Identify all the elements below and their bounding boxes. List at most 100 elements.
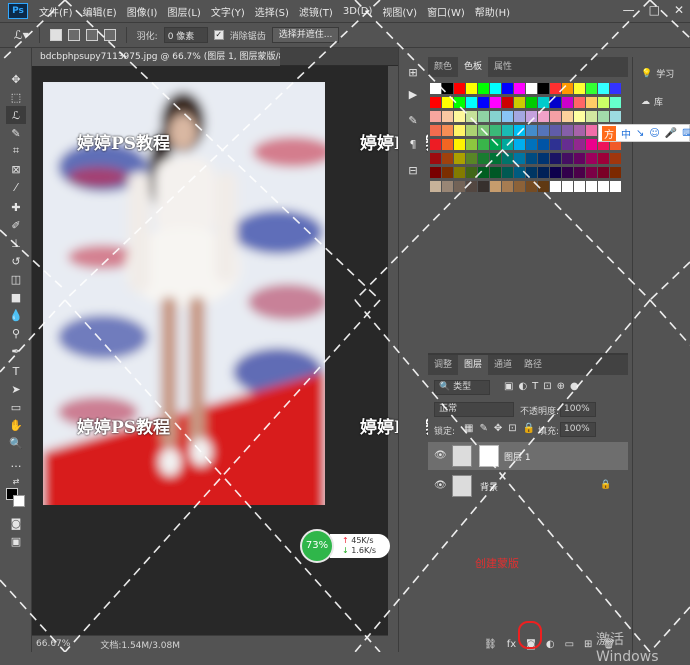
color-swatch[interactable]	[562, 153, 573, 164]
color-swatch[interactable]	[490, 181, 501, 192]
color-swatch[interactable]	[562, 97, 573, 108]
color-swatch[interactable]	[430, 97, 441, 108]
menu-3d[interactable]: 3D(D)	[338, 6, 378, 17]
color-swatch[interactable]	[478, 153, 489, 164]
color-swatch[interactable]	[550, 83, 561, 94]
brush-tool-icon[interactable]: ✐	[6, 216, 26, 234]
color-swatch[interactable]	[442, 125, 453, 136]
color-swatch[interactable]	[430, 167, 441, 178]
color-swatch[interactable]	[454, 181, 465, 192]
eyedropper-tool-icon[interactable]: ⁄	[6, 178, 26, 196]
color-swatch[interactable]	[442, 153, 453, 164]
color-swatch[interactable]	[562, 111, 573, 122]
color-swatch[interactable]	[586, 97, 597, 108]
color-swatch[interactable]	[430, 111, 441, 122]
stamp-tool-icon[interactable]: ⊥	[6, 234, 26, 252]
color-swatch[interactable]	[466, 111, 477, 122]
color-swatch[interactable]	[598, 97, 609, 108]
color-swatch[interactable]	[598, 167, 609, 178]
color-swatch[interactable]	[574, 83, 585, 94]
color-swatch[interactable]	[490, 167, 501, 178]
color-swatch[interactable]	[574, 167, 585, 178]
color-swatch[interactable]	[526, 111, 537, 122]
color-swatch[interactable]	[502, 97, 513, 108]
color-swatch[interactable]	[454, 139, 465, 150]
color-swatch[interactable]	[478, 139, 489, 150]
color-swatch[interactable]	[466, 125, 477, 136]
opacity-input[interactable]: 100%	[560, 402, 596, 417]
properties-icon[interactable]: ⊟	[403, 160, 423, 180]
color-swatch[interactable]	[478, 111, 489, 122]
color-swatch[interactable]	[490, 111, 501, 122]
color-swatch[interactable]	[550, 125, 561, 136]
color-swatch[interactable]	[514, 153, 525, 164]
menu-image[interactable]: 图像(I)	[122, 4, 163, 19]
color-swatch[interactable]	[550, 111, 561, 122]
color-swatch[interactable]	[442, 167, 453, 178]
color-swatch[interactable]	[586, 181, 597, 192]
ime-punct-icon[interactable]: ↘	[636, 128, 644, 139]
tab-color[interactable]: 颜色	[428, 57, 458, 77]
layer-filter-icons[interactable]: ▣◐T⊡⊕●	[504, 381, 584, 392]
color-swatch[interactable]	[574, 97, 585, 108]
color-swatch[interactable]	[526, 167, 537, 178]
color-swatch[interactable]	[586, 111, 597, 122]
history-brush-icon[interactable]: ↺	[6, 252, 26, 270]
frame-tool-icon[interactable]: ⊠	[6, 160, 26, 178]
learn-panel-button[interactable]: 💡 学习	[641, 67, 674, 81]
color-swatch[interactable]	[502, 167, 513, 178]
layer-mask-thumbnail[interactable]	[479, 445, 499, 467]
tab-channels[interactable]: 通道	[488, 355, 518, 375]
color-swatch[interactable]	[430, 125, 441, 136]
brush-settings-icon[interactable]: ✎	[403, 110, 423, 130]
color-swatch[interactable]	[610, 181, 621, 192]
link-layers-icon[interactable]: ⛓	[484, 639, 497, 650]
tab-properties[interactable]: 属性	[488, 57, 518, 77]
color-swatch[interactable]	[478, 97, 489, 108]
quick-select-tool-icon[interactable]: ✎	[6, 124, 26, 142]
tab-swatches[interactable]: 色板	[458, 57, 489, 77]
eye-icon[interactable]: 👁	[434, 480, 447, 491]
color-swatch[interactable]	[514, 181, 525, 192]
layer-row-layer1[interactable]: 👁 图层 1	[428, 442, 628, 470]
color-swatch[interactable]	[466, 181, 477, 192]
color-swatch[interactable]	[538, 167, 549, 178]
blur-tool-icon[interactable]: 💧	[6, 306, 26, 324]
color-swatch[interactable]	[442, 181, 453, 192]
lasso-tool-icon[interactable]: ℒ	[6, 106, 26, 124]
menu-help[interactable]: 帮助(H)	[470, 4, 515, 19]
color-swatch[interactable]	[562, 139, 573, 150]
color-swatch[interactable]	[502, 125, 513, 136]
color-swatch[interactable]	[574, 153, 585, 164]
color-swatch[interactable]	[514, 83, 525, 94]
color-swatch[interactable]	[442, 139, 453, 150]
color-swatch[interactable]	[466, 83, 477, 94]
path-select-icon[interactable]: ➤	[6, 380, 26, 398]
color-swatch[interactable]	[610, 111, 621, 122]
color-swatch[interactable]	[538, 125, 549, 136]
color-swatch[interactable]	[562, 167, 573, 178]
dodge-tool-icon[interactable]: ⚲	[6, 324, 26, 342]
color-swatch[interactable]	[502, 139, 513, 150]
color-swatch[interactable]	[466, 167, 477, 178]
color-swatch[interactable]	[514, 111, 525, 122]
color-swatch[interactable]	[538, 153, 549, 164]
color-swatch[interactable]	[454, 167, 465, 178]
color-swatch[interactable]	[442, 111, 453, 122]
color-swatch[interactable]	[514, 125, 525, 136]
color-swatch[interactable]	[430, 139, 441, 150]
color-swatch[interactable]	[514, 167, 525, 178]
select-and-mask-button[interactable]: 选择并遮住...	[271, 27, 340, 43]
quick-mask-icon[interactable]: ◙	[6, 514, 26, 532]
color-swatch[interactable]	[550, 139, 561, 150]
color-swatch[interactable]	[526, 97, 537, 108]
menu-file[interactable]: 文件(F)	[34, 4, 78, 19]
ime-logo-icon[interactable]: 方	[602, 125, 616, 141]
color-swatch[interactable]	[574, 139, 585, 150]
color-swatch[interactable]	[454, 83, 465, 94]
blend-mode-select[interactable]: 正常	[434, 402, 514, 417]
new-layer-icon[interactable]: ⊞	[584, 639, 592, 650]
close-button[interactable]: ✕	[674, 3, 684, 17]
ime-chinese-mode[interactable]: 中	[621, 126, 631, 141]
color-swatch[interactable]	[538, 139, 549, 150]
